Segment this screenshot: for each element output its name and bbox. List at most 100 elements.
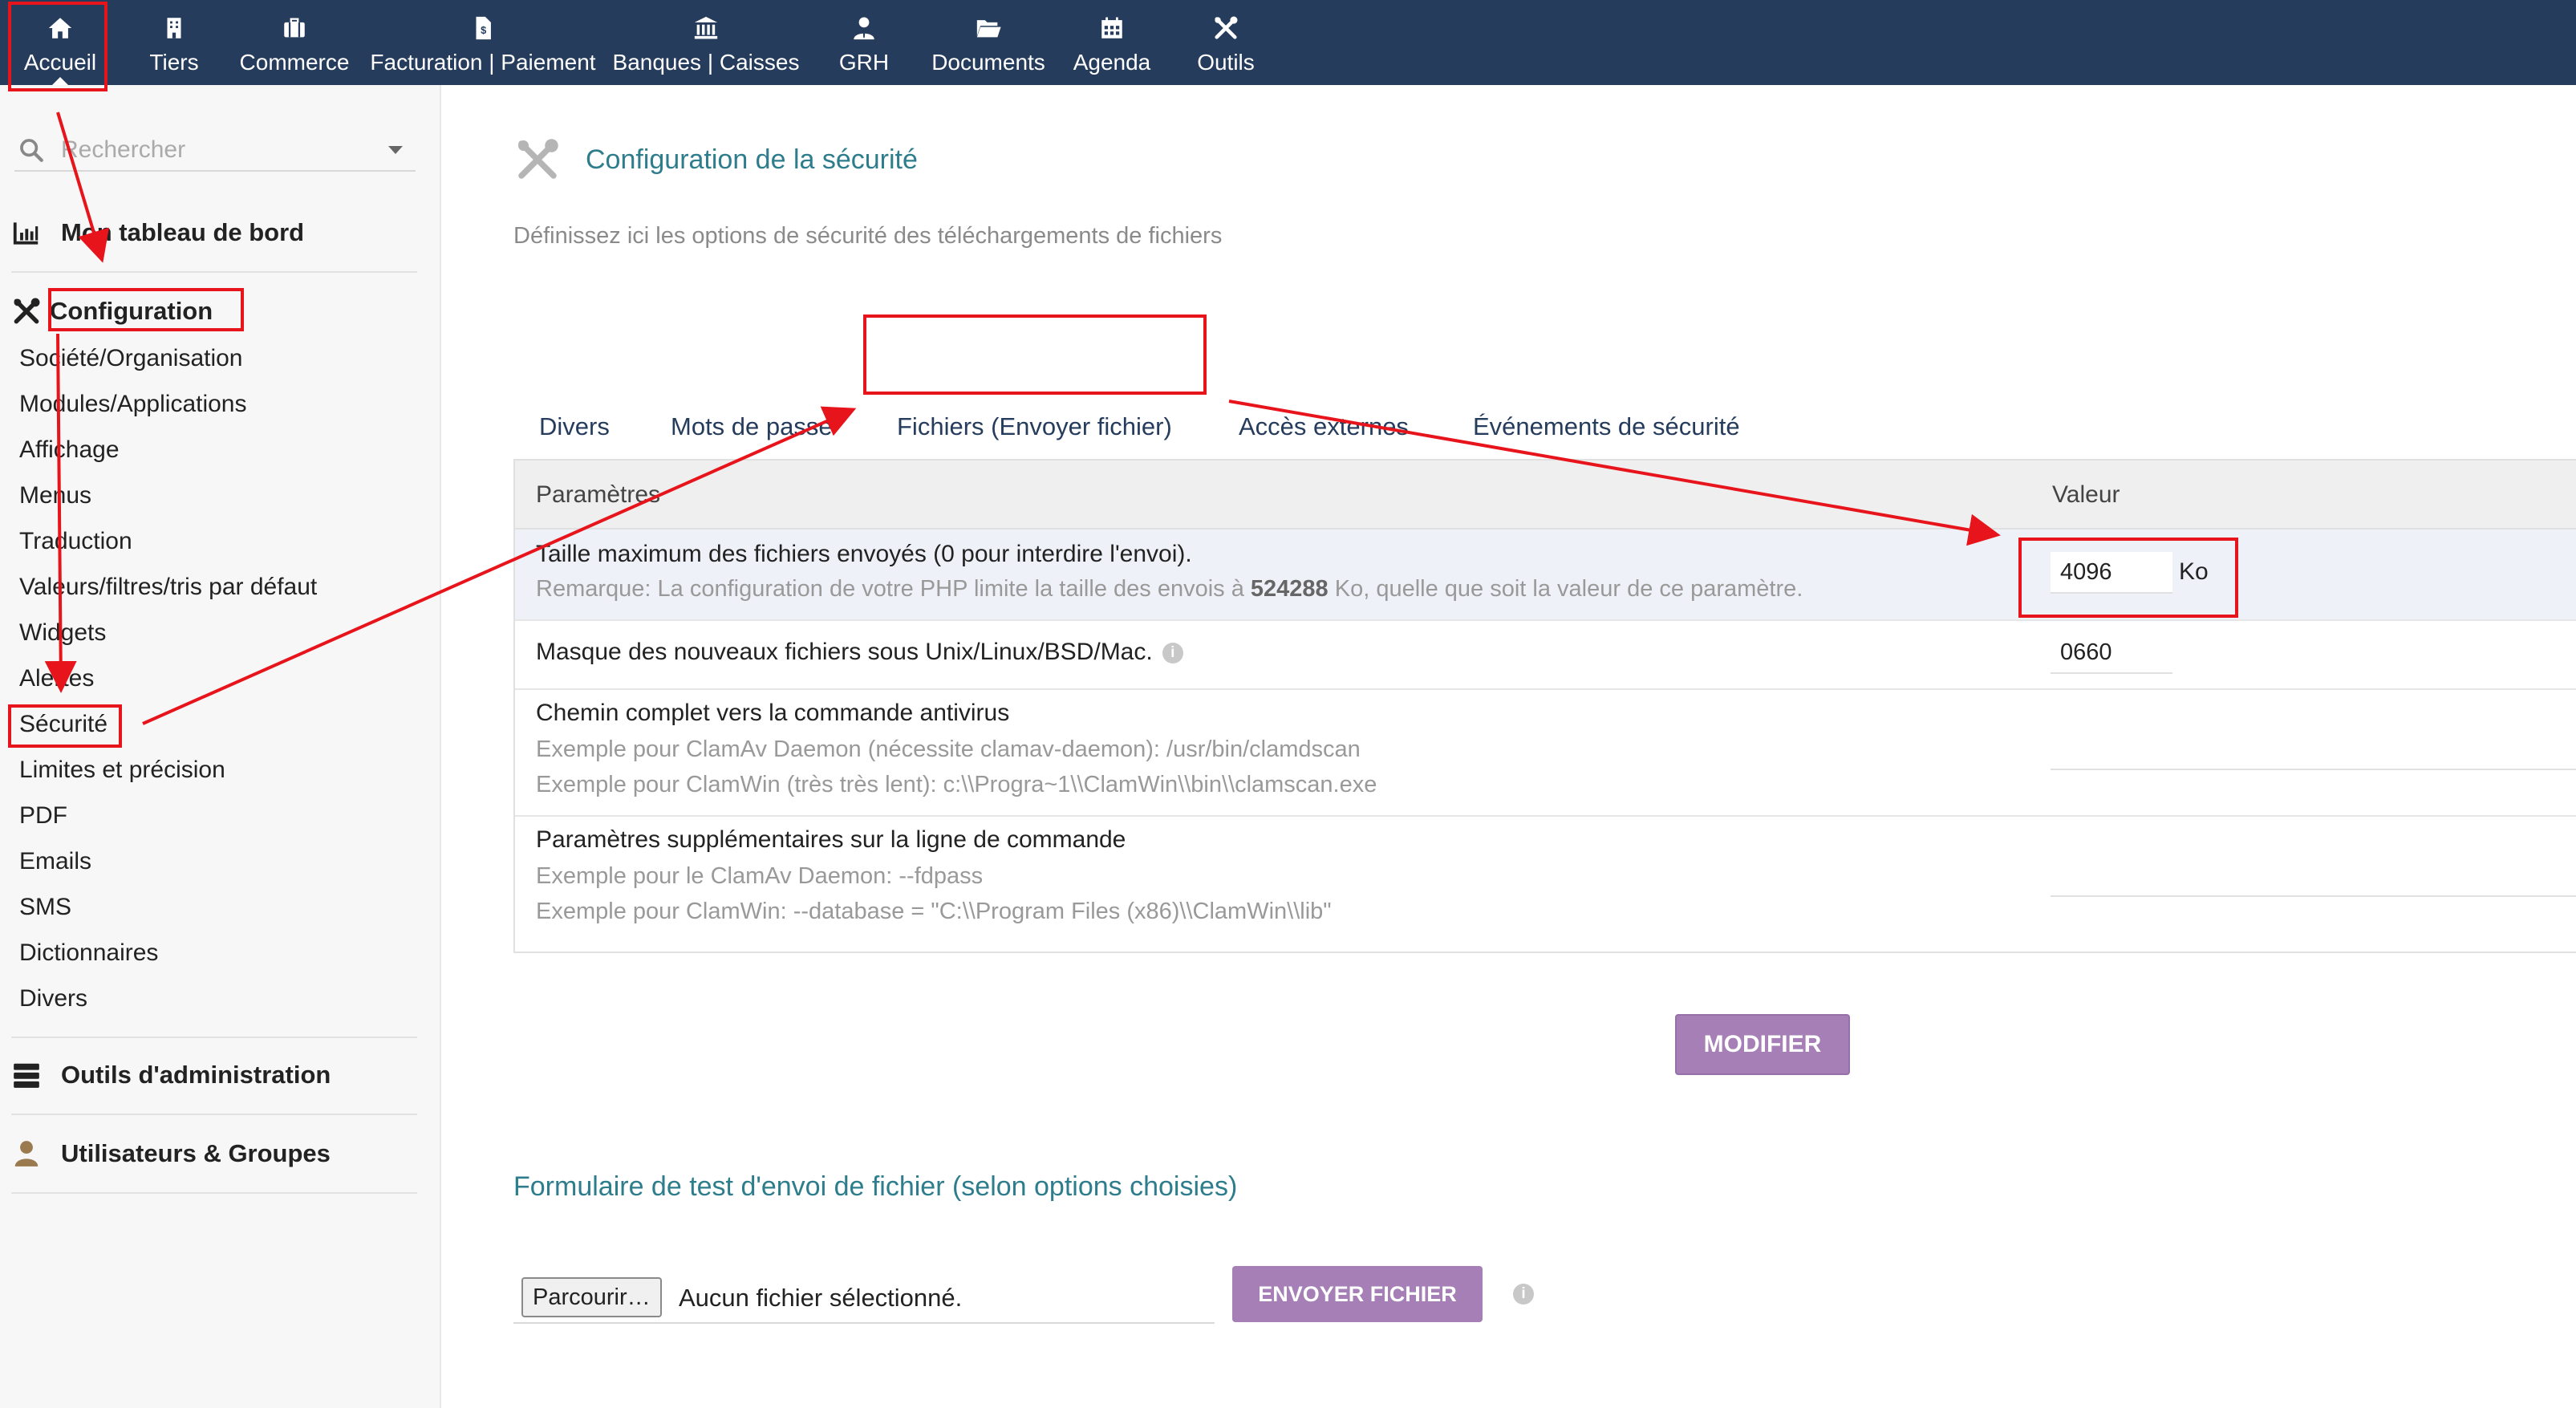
antivirus-params-input[interactable] bbox=[2051, 855, 2576, 897]
note-text: Ko, quelle que soit la valeur de ce para… bbox=[1328, 576, 1803, 602]
annotation-box-configuration bbox=[48, 288, 244, 331]
table-header: Paramètres Valeur bbox=[515, 461, 2576, 530]
topnav-tiers[interactable]: Tiers bbox=[138, 0, 210, 85]
file-input[interactable]: Parcourir… Aucun fichier sélectionné. bbox=[513, 1264, 1215, 1324]
sidebar-item-sms[interactable]: SMS bbox=[19, 894, 71, 921]
chart-icon bbox=[13, 222, 39, 245]
browse-button[interactable]: Parcourir… bbox=[521, 1277, 662, 1317]
invoice-icon: $ bbox=[476, 16, 491, 40]
sidebar-item-pdf[interactable]: PDF bbox=[19, 802, 67, 830]
sidebar-divider bbox=[11, 271, 417, 273]
topnav-label: GRH bbox=[838, 50, 890, 75]
file-mask-input[interactable] bbox=[2051, 632, 2172, 674]
topnav-banques[interactable]: Banques | Caisses bbox=[611, 0, 801, 85]
topnav-label: Facturation | Paiement bbox=[370, 50, 596, 75]
topnav-label: Documents bbox=[931, 50, 1045, 75]
sidebar-item-valeurs-defaut[interactable]: Valeurs/filtres/tris par défaut bbox=[19, 574, 317, 601]
sidebar-item-widgets[interactable]: Widgets bbox=[19, 619, 106, 647]
user-tie-icon bbox=[854, 17, 874, 40]
topnav-label: Agenda bbox=[1073, 50, 1151, 75]
topnav-label: Outils bbox=[1197, 50, 1255, 75]
sidebar-item-affichage[interactable]: Affichage bbox=[19, 436, 120, 464]
modify-button[interactable]: MODIFIER bbox=[1675, 1014, 1850, 1075]
note-text: Remarque: La configuration de votre PHP … bbox=[536, 576, 1251, 602]
topnav-commerce[interactable]: Commerce bbox=[234, 0, 355, 85]
tab-mots-de-passe[interactable]: Mots de passe bbox=[671, 412, 833, 441]
param-label-text: Masque des nouveaux fichiers sous Unix/L… bbox=[536, 639, 1153, 665]
param-note: Exemple pour ClamAv Daemon (nécessite cl… bbox=[536, 736, 1361, 762]
chevron-down-icon[interactable] bbox=[388, 146, 403, 154]
page-title: Configuration de la sécurité bbox=[586, 144, 918, 175]
note-bold-value: 524288 bbox=[1250, 576, 1329, 602]
topnav-label: Banques | Caisses bbox=[612, 50, 800, 75]
info-icon[interactable]: i bbox=[1513, 1284, 1534, 1305]
topnav-outils[interactable]: Outils bbox=[1186, 0, 1266, 85]
table-row: Paramètres supplémentaires sur la ligne … bbox=[515, 815, 2576, 943]
param-note: Remarque: La configuration de votre PHP … bbox=[536, 576, 1803, 603]
tab-acces-externes[interactable]: Accès externes bbox=[1239, 412, 1409, 441]
page-header: Configuration de la sécurité bbox=[513, 132, 918, 188]
annotation-box-securite bbox=[8, 704, 122, 748]
antivirus-path-input[interactable] bbox=[2051, 728, 2576, 770]
table-row: Taille maximum des fichiers envoyés (0 p… bbox=[515, 530, 2576, 621]
sidebar-item-emails[interactable]: Emails bbox=[19, 848, 91, 875]
folder-icon bbox=[976, 20, 1001, 38]
column-header-parametres: Paramètres bbox=[536, 481, 661, 508]
topnav-facturation[interactable]: $ Facturation | Paiement bbox=[369, 0, 597, 85]
param-label: Chemin complet vers la commande antiviru… bbox=[536, 700, 1010, 726]
tab-fichiers[interactable]: Fichiers (Envoyer fichier) bbox=[897, 412, 1172, 441]
sidebar-admin-tools[interactable]: Outils d'administration bbox=[11, 1051, 417, 1099]
topnav-grh[interactable]: GRH bbox=[826, 0, 902, 85]
tab-evenements-securite[interactable]: Événements de sécurité bbox=[1473, 412, 1740, 441]
sidebar-divider bbox=[11, 1037, 417, 1038]
topnav-label: Tiers bbox=[149, 50, 199, 75]
user-icon bbox=[14, 1141, 39, 1167]
svg-text:$: $ bbox=[481, 24, 486, 36]
tools-icon bbox=[518, 139, 558, 179]
send-file-button[interactable]: ENVOYER FICHIER bbox=[1232, 1266, 1483, 1322]
param-label: Taille maximum des fichiers envoyés (0 p… bbox=[536, 541, 1192, 567]
settings-table: Paramètres Valeur Taille maximum des fic… bbox=[513, 459, 2576, 953]
sidebar-item-limites[interactable]: Limites et précision bbox=[19, 757, 225, 784]
topnav-label: Commerce bbox=[239, 50, 350, 75]
annotation-box-value bbox=[2018, 538, 2238, 618]
bank-icon bbox=[694, 16, 718, 39]
sidebar-item-modules[interactable]: Modules/Applications bbox=[19, 391, 247, 418]
sidebar-dashboard-label: Mon tableau de bord bbox=[61, 218, 305, 246]
param-label: Masque des nouveaux fichiers sous Unix/L… bbox=[536, 639, 1183, 666]
annotation-box-accueil bbox=[8, 2, 108, 91]
building-icon bbox=[167, 18, 181, 39]
sidebar-dashboard[interactable]: Mon tableau de bord bbox=[11, 209, 417, 257]
sidebar-item-divers[interactable]: Divers bbox=[19, 985, 87, 1012]
tools-icon bbox=[1215, 16, 1238, 39]
briefcase-icon bbox=[284, 18, 305, 38]
table-row: Chemin complet vers la commande antiviru… bbox=[515, 688, 2576, 817]
param-note: Exemple pour le ClamAv Daemon: --fdpass bbox=[536, 863, 984, 889]
sidebar-item-traduction[interactable]: Traduction bbox=[19, 528, 132, 555]
topnav-documents[interactable]: Documents bbox=[924, 0, 1053, 85]
table-row: Masque des nouveaux fichiers sous Unix/L… bbox=[515, 619, 2576, 690]
top-navigation-bar: Accueil Tiers Commerce $ Facturation | P… bbox=[0, 0, 2576, 85]
sidebar-admin-tools-label: Outils d'administration bbox=[61, 1061, 331, 1089]
column-header-valeur: Valeur bbox=[2052, 481, 2120, 508]
sidebar-item-alertes[interactable]: Alertes bbox=[19, 665, 94, 692]
sidebar-item-dictionnaires[interactable]: Dictionnaires bbox=[19, 939, 158, 967]
calendar-icon bbox=[1101, 17, 1122, 39]
topnav-agenda[interactable]: Agenda bbox=[1070, 0, 1154, 85]
annotation-box-tab-fichiers bbox=[863, 314, 1207, 395]
sidebar-item-menus[interactable]: Menus bbox=[19, 482, 91, 509]
param-label: Paramètres supplémentaires sur la ligne … bbox=[536, 826, 1126, 853]
search-icon bbox=[20, 139, 43, 162]
sidebar-item-societe[interactable]: Société/Organisation bbox=[19, 345, 243, 372]
main-content: Configuration de la sécurité Définissez … bbox=[441, 85, 2576, 1408]
sidebar-search[interactable] bbox=[14, 130, 416, 172]
sidebar-divider bbox=[11, 1192, 417, 1194]
info-icon[interactable]: i bbox=[1162, 643, 1183, 664]
search-input[interactable] bbox=[59, 130, 367, 170]
no-file-label: Aucun fichier sélectionné. bbox=[679, 1284, 963, 1312]
sidebar-users-groups-label: Utilisateurs & Groupes bbox=[61, 1139, 331, 1167]
tools-icon bbox=[14, 298, 40, 324]
tab-divers[interactable]: Divers bbox=[539, 412, 610, 441]
server-icon bbox=[14, 1063, 39, 1088]
sidebar-users-groups[interactable]: Utilisateurs & Groupes bbox=[11, 1130, 417, 1178]
